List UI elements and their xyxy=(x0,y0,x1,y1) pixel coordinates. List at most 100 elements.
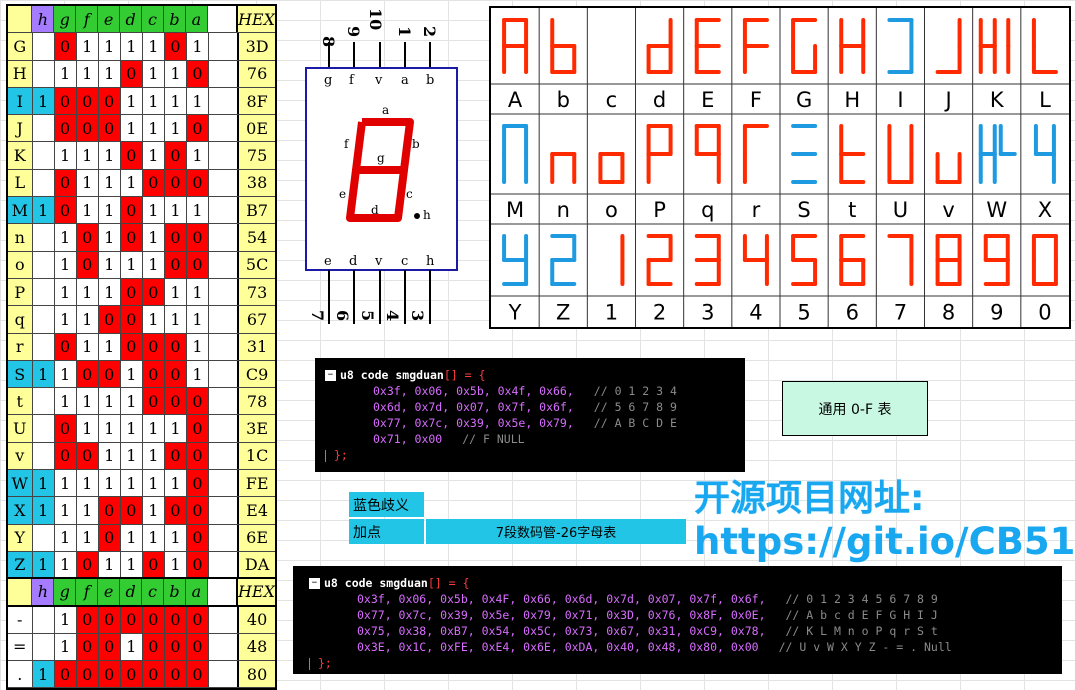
bit-cell: 1 xyxy=(142,60,165,87)
code-close-brace: }; xyxy=(318,656,332,670)
bit-cell: 0 xyxy=(76,224,99,251)
pin-label: v xyxy=(374,73,383,88)
gap-cell xyxy=(209,551,240,578)
hex-value: 6E xyxy=(239,524,275,551)
bit-cell: 0 xyxy=(54,333,77,360)
header-cell xyxy=(207,6,238,33)
bit-cell: 0 xyxy=(76,606,99,633)
character-label: c xyxy=(606,88,618,112)
segment-glyph xyxy=(598,152,625,184)
general-0-f-table-button[interactable]: 通用 0-F 表 xyxy=(782,381,928,436)
bit-cell: 1 xyxy=(164,278,187,306)
row-label: r xyxy=(8,333,33,360)
gap-cell xyxy=(209,388,240,415)
pin-label: v xyxy=(374,254,383,269)
bit-cell: 1 xyxy=(32,551,55,578)
bit-cell: 0 xyxy=(98,524,121,551)
code-line: 0x3f, 0x06, 0x5b, 0x4f, 0x66, // 0 1 2 3 … xyxy=(325,383,745,399)
gap-cell xyxy=(209,278,240,306)
code-open-brace: [] = { xyxy=(427,576,470,590)
gap-cell xyxy=(209,360,240,388)
hex-value: 48 xyxy=(239,633,275,661)
character-label: r xyxy=(752,198,761,222)
character-table-svg: Ab c d E F G H I J K L M n o Pq r St Uv W X Y Z 1 2 3 4 5 6 7 8 9 0 xyxy=(491,8,1069,327)
segment-glyph xyxy=(550,18,577,74)
bit-cell: 1 xyxy=(142,497,165,524)
bit-cell xyxy=(32,115,55,142)
bit-cell: 0 xyxy=(54,169,77,197)
segment-glyph xyxy=(646,18,673,74)
hex-value: C9 xyxy=(239,360,275,388)
row-label: P xyxy=(8,278,33,306)
bit-cell: 1 xyxy=(120,415,143,442)
segment-label-e: e xyxy=(339,187,346,201)
bit-cell: 1 xyxy=(54,60,77,87)
segment-glyph xyxy=(935,152,962,184)
bit-cell xyxy=(32,333,55,360)
truth-table-row: Y 1 1 0 1 1 1 0 6E xyxy=(8,524,275,552)
bit-cell: 1 xyxy=(54,606,77,633)
bit-cell: 0 xyxy=(120,306,143,333)
bit-cell: 1 xyxy=(120,470,143,497)
bit-cell: 1 xyxy=(32,661,55,688)
character-label: Y xyxy=(508,301,522,325)
gap-cell xyxy=(209,87,240,115)
segment-glyph xyxy=(839,18,866,74)
bit-cell xyxy=(32,524,55,551)
bit-cell: 0 xyxy=(98,87,121,115)
bit-cell: 1 xyxy=(54,278,77,306)
row-label: v xyxy=(8,442,33,470)
hex-value: 0E xyxy=(239,115,275,142)
code-open-brace: [] = { xyxy=(443,368,486,382)
header-cell: a xyxy=(185,6,208,33)
project-url-link[interactable]: https://git.io/CB51 xyxy=(694,520,1075,564)
bit-cell: 1 xyxy=(186,278,210,306)
segment-glyph xyxy=(935,18,962,74)
top-pin-number: 9 xyxy=(344,26,363,37)
bit-cell xyxy=(32,388,55,415)
bit-cell: 1 xyxy=(142,470,165,497)
bit-cell: 1 xyxy=(54,470,77,497)
segment-glyph xyxy=(742,18,769,74)
bit-cell: 0 xyxy=(120,278,143,306)
bit-cell: 0 xyxy=(120,333,143,360)
bit-cell: 0 xyxy=(164,224,187,251)
bit-cell: 1 xyxy=(54,524,77,551)
header-cell: f xyxy=(76,6,99,33)
hex-value: 5C xyxy=(239,251,275,278)
character-label: 0 xyxy=(1038,301,1051,325)
bit-cell: 0 xyxy=(164,442,187,470)
row-label: o xyxy=(8,251,33,278)
bit-cell: 0 xyxy=(142,633,165,661)
code-declaration: u8 code smgduan xyxy=(324,576,428,590)
segment-glyph xyxy=(887,18,914,74)
collapse-toggle-icon[interactable]: − xyxy=(325,370,336,381)
character-label: H xyxy=(844,88,860,112)
segment-glyph xyxy=(742,124,769,184)
bit-cell: 1 xyxy=(164,87,187,115)
bit-cell: 0 xyxy=(54,115,77,142)
header-cell: HEX xyxy=(237,6,275,33)
hex-value: DA xyxy=(239,551,275,578)
code-comment: // A b c d E F G H I J xyxy=(785,608,938,622)
collapse-toggle-icon[interactable]: − xyxy=(309,578,320,589)
bit-cell: 0 xyxy=(76,442,99,470)
gap-cell xyxy=(209,497,240,524)
bit-cell: 0 xyxy=(98,306,121,333)
segment-label-b: b xyxy=(412,137,420,151)
pin-diagram-svg: 8 9 10 1 2 g f v a b a b c d e f g h e d… xyxy=(305,8,458,324)
bit-cell: 0 xyxy=(76,87,99,115)
row-label: K xyxy=(8,142,33,169)
bit-cell: 1 xyxy=(186,360,210,388)
character-label: 9 xyxy=(990,301,1003,325)
row-label: U xyxy=(8,415,33,442)
character-label: v xyxy=(942,198,954,222)
bottom-pin-number: 7 xyxy=(308,310,327,321)
row-label: J xyxy=(8,115,33,142)
truth-table-row: t 1 1 1 1 0 0 0 78 xyxy=(8,388,275,416)
bit-cell: 1 xyxy=(76,415,99,442)
header-cell: e xyxy=(98,579,121,605)
segment-label-a: a xyxy=(382,103,389,117)
bit-cell: 0 xyxy=(54,33,77,60)
bit-cell: 0 xyxy=(164,333,187,360)
